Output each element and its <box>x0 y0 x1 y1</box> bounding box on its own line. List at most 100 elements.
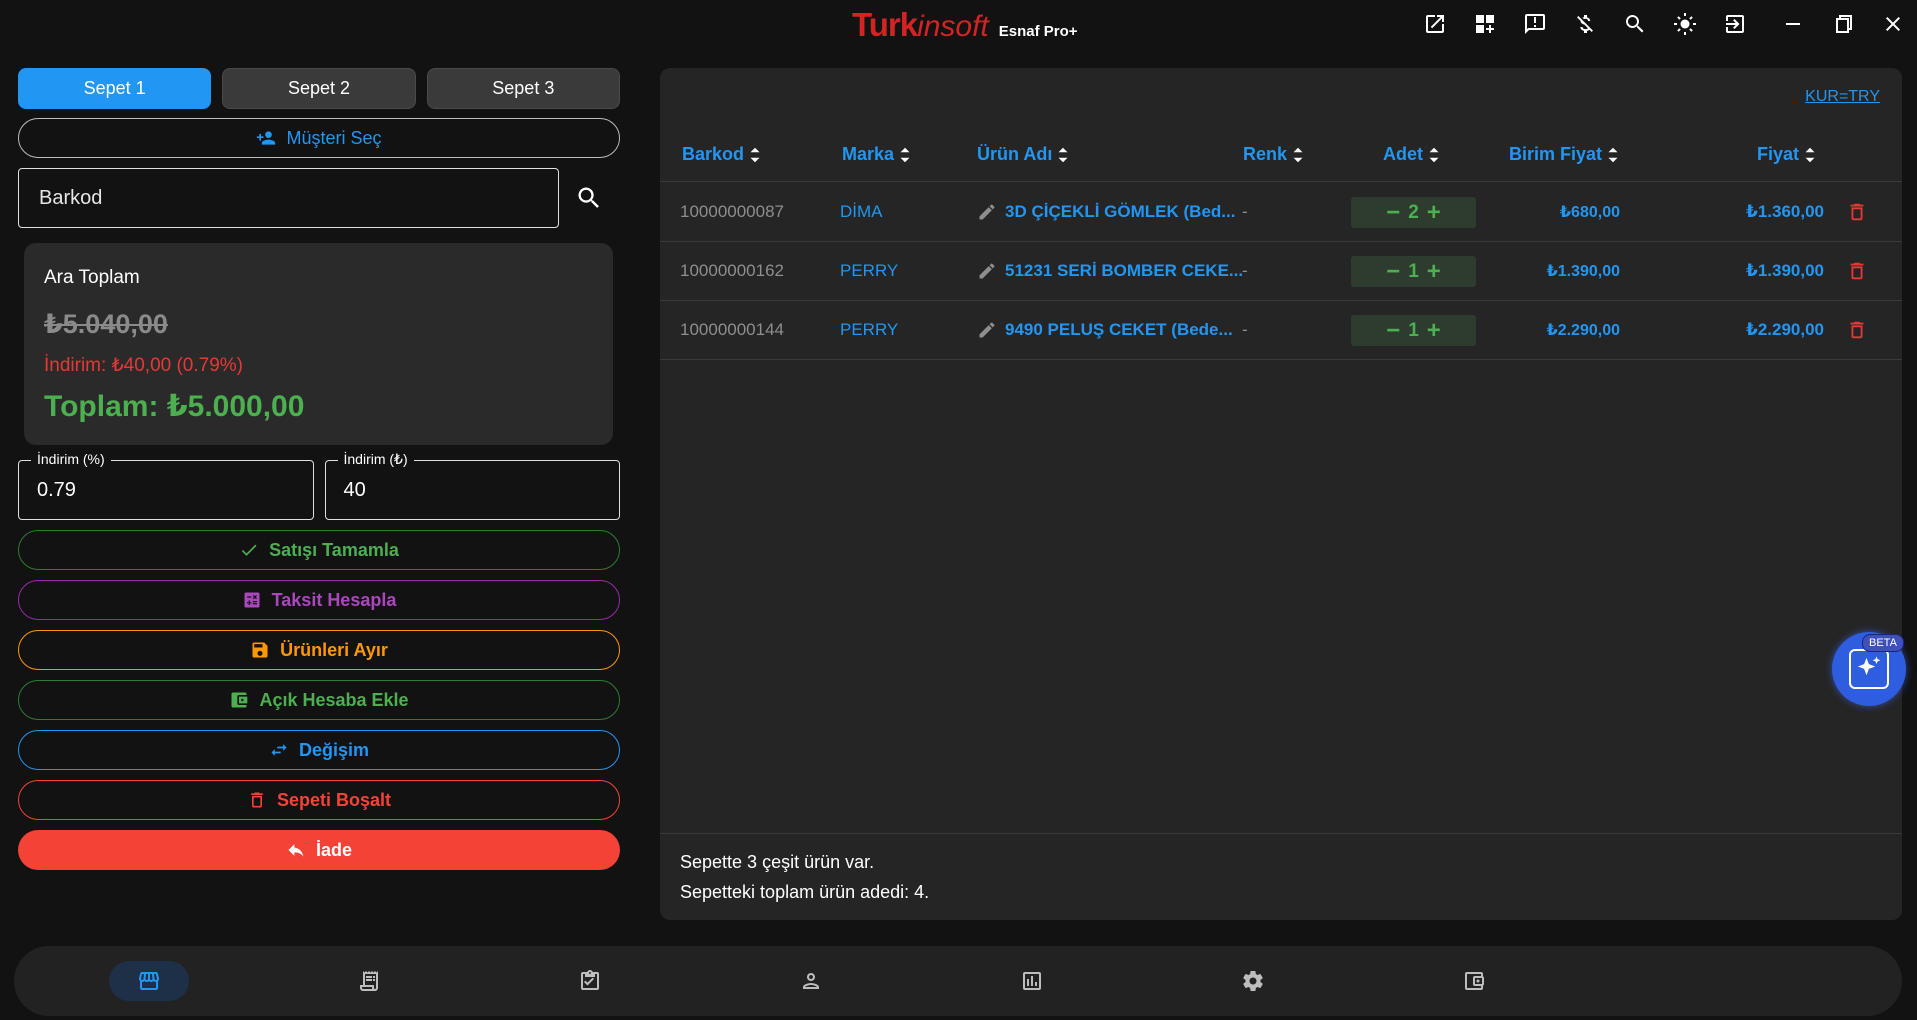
tab-sepet-2[interactable]: Sepet 2 <box>222 68 416 109</box>
cell-barkod: 10000000162 <box>680 261 785 280</box>
search-button[interactable] <box>559 168 619 228</box>
table-row[interactable]: 10000000162 PERRY 51231 SERİ BOMBER CEKE… <box>660 242 1902 301</box>
cell-urun[interactable]: 9490 PELUŞ CEKET (Bede... <box>977 320 1247 340</box>
totals-card: Ara Toplam ₺5.040,00 İndirim: ₺40,00 (0.… <box>24 243 613 445</box>
money-off-icon[interactable] <box>1560 8 1610 40</box>
reserve-products-button[interactable]: Ürünleri Ayır <box>18 630 620 670</box>
title-bar: Turk insoft Esnaf Pro+ <box>0 0 1917 48</box>
cell-renk: - <box>1242 202 1248 221</box>
settings-icon <box>1243 971 1263 991</box>
header-renk[interactable]: Renk <box>1243 144 1305 165</box>
increment-button[interactable]: + <box>1427 259 1441 283</box>
dashboard-add-icon[interactable] <box>1460 8 1510 40</box>
subtotal-old-amount: ₺5.040,00 <box>44 309 168 339</box>
header-barkod[interactable]: Barkod <box>682 144 762 165</box>
return-button[interactable]: İade <box>18 830 620 870</box>
grand-total: Toplam: ₺5.000,00 <box>44 390 305 423</box>
discount-percent-field[interactable]: İndirim (%) 0.79 <box>18 451 314 520</box>
restore-icon[interactable] <box>1818 8 1868 40</box>
decrement-button[interactable]: − <box>1386 318 1400 342</box>
header-marka[interactable]: Marka <box>842 144 912 165</box>
decrement-button[interactable]: − <box>1386 259 1400 283</box>
header-birim-fiyat[interactable]: Birim Fiyat <box>1509 144 1620 165</box>
nav-receipts[interactable] <box>329 961 409 1001</box>
exchange-label: Değişim <box>298 739 370 760</box>
nav-customers[interactable] <box>771 961 851 1001</box>
complete-sale-label: Satışı Tamamla <box>269 539 399 560</box>
cell-urun[interactable]: 3D ÇİÇEKLİ GÖMLEK (Bed... <box>977 202 1247 222</box>
feedback-icon[interactable] <box>1510 8 1560 40</box>
basket-tabs: Sepet 1 Sepet 2 Sepet 3 <box>18 68 620 109</box>
quantity-value: 1 <box>1408 319 1419 341</box>
open-account-button[interactable]: Açık Hesaba Ekle <box>18 680 620 720</box>
nav-reports[interactable] <box>992 961 1072 1001</box>
save-icon <box>252 642 268 658</box>
installment-label: Taksit Hesapla <box>271 589 397 610</box>
store-icon <box>139 971 160 990</box>
trash-icon <box>251 792 263 808</box>
edit-icon[interactable] <box>977 320 997 340</box>
subtotal-label: Ara Toplam <box>44 267 140 288</box>
currency-link[interactable]: KUR=TRY <box>1805 88 1880 106</box>
delete-row-button[interactable] <box>1846 319 1868 346</box>
increment-button[interactable]: + <box>1427 318 1441 342</box>
nav-settings[interactable] <box>1213 961 1293 1001</box>
table-row[interactable]: 10000000087 DİMA 3D ÇİÇEKLİ GÖMLEK (Bed.… <box>660 183 1902 242</box>
discount-amount-value: 40 <box>343 479 366 501</box>
cell-urun[interactable]: 51231 SERİ BOMBER CEKE... <box>977 261 1247 281</box>
quantity-stepper: −2 + <box>1351 197 1476 228</box>
wallet-icon <box>1465 972 1484 990</box>
edit-icon[interactable] <box>977 202 997 222</box>
reply-icon <box>288 844 304 857</box>
cell-marka: PERRY <box>840 261 899 280</box>
header-marka-label: Marka <box>842 144 895 164</box>
discount-percent-value: 0.79 <box>37 479 76 501</box>
open-external-icon[interactable] <box>1410 8 1460 40</box>
cell-fiyat: ₺1.360,00 <box>1745 202 1824 221</box>
brand-insoft: insoft <box>917 10 989 43</box>
clipboard-check-icon <box>581 970 599 990</box>
discount-amount-field[interactable]: İndirim (₺) 40 <box>324 451 620 520</box>
person-add-icon <box>257 131 276 145</box>
select-customer-button[interactable]: Müşteri Seç <box>18 118 620 158</box>
bottom-navigation <box>14 946 1902 1016</box>
cell-urun-label: 51231 SERİ BOMBER CEKE... <box>1005 261 1244 280</box>
tab-sepet-1[interactable]: Sepet 1 <box>18 68 212 109</box>
nav-tasks[interactable] <box>550 961 630 1001</box>
complete-sale-button[interactable]: Satışı Tamamla <box>18 530 620 570</box>
item-total-count: Sepetteki toplam ürün adedi: 4. <box>680 882 930 902</box>
close-icon[interactable] <box>1868 8 1917 40</box>
increment-button[interactable]: + <box>1427 200 1441 224</box>
minimize-icon[interactable] <box>1768 8 1818 40</box>
quantity-stepper: −1 + <box>1351 315 1476 346</box>
quantity-value: 1 <box>1408 260 1419 282</box>
logout-icon[interactable] <box>1710 8 1760 40</box>
barcode-search-row <box>18 168 620 228</box>
clear-basket-button[interactable]: Sepeti Boşalt <box>18 780 620 820</box>
nav-store[interactable] <box>109 961 189 1001</box>
decrement-button[interactable]: − <box>1386 200 1400 224</box>
delete-row-button[interactable] <box>1846 201 1868 228</box>
header-urun[interactable]: Ürün Adı <box>977 144 1070 165</box>
tab-sepet-3[interactable]: Sepet 3 <box>426 68 620 109</box>
edit-icon[interactable] <box>977 261 997 281</box>
open-account-label: Açık Hesaba Ekle <box>259 689 409 710</box>
nav-wallet[interactable] <box>1434 961 1514 1001</box>
item-variety-count: Sepette 3 çeşit ürün var. <box>680 852 875 872</box>
header-adet[interactable]: Adet <box>1383 144 1441 165</box>
barcode-input[interactable] <box>18 168 559 228</box>
header-urun-label: Ürün Adı <box>977 144 1053 164</box>
installment-button[interactable]: Taksit Hesapla <box>18 580 620 620</box>
exchange-button[interactable]: Değişim <box>18 730 620 770</box>
sort-icon <box>1293 147 1303 162</box>
brightness-icon[interactable] <box>1660 8 1710 40</box>
chart-icon <box>1023 972 1041 990</box>
delete-row-button[interactable] <box>1846 260 1868 287</box>
header-birim-label: Birim Fiyat <box>1509 144 1603 164</box>
table-row[interactable]: 10000000144 PERRY 9490 PELUŞ CEKET (Bede… <box>660 301 1902 360</box>
search-person-icon[interactable] <box>1610 8 1660 40</box>
cart-side-panel: Sepet 1 Sepet 2 Sepet 3 Müşteri Seç Ara … <box>18 68 620 870</box>
sparkle-icon <box>1849 649 1889 689</box>
header-fiyat[interactable]: Fiyat <box>1757 144 1817 165</box>
sort-icon <box>750 147 760 162</box>
